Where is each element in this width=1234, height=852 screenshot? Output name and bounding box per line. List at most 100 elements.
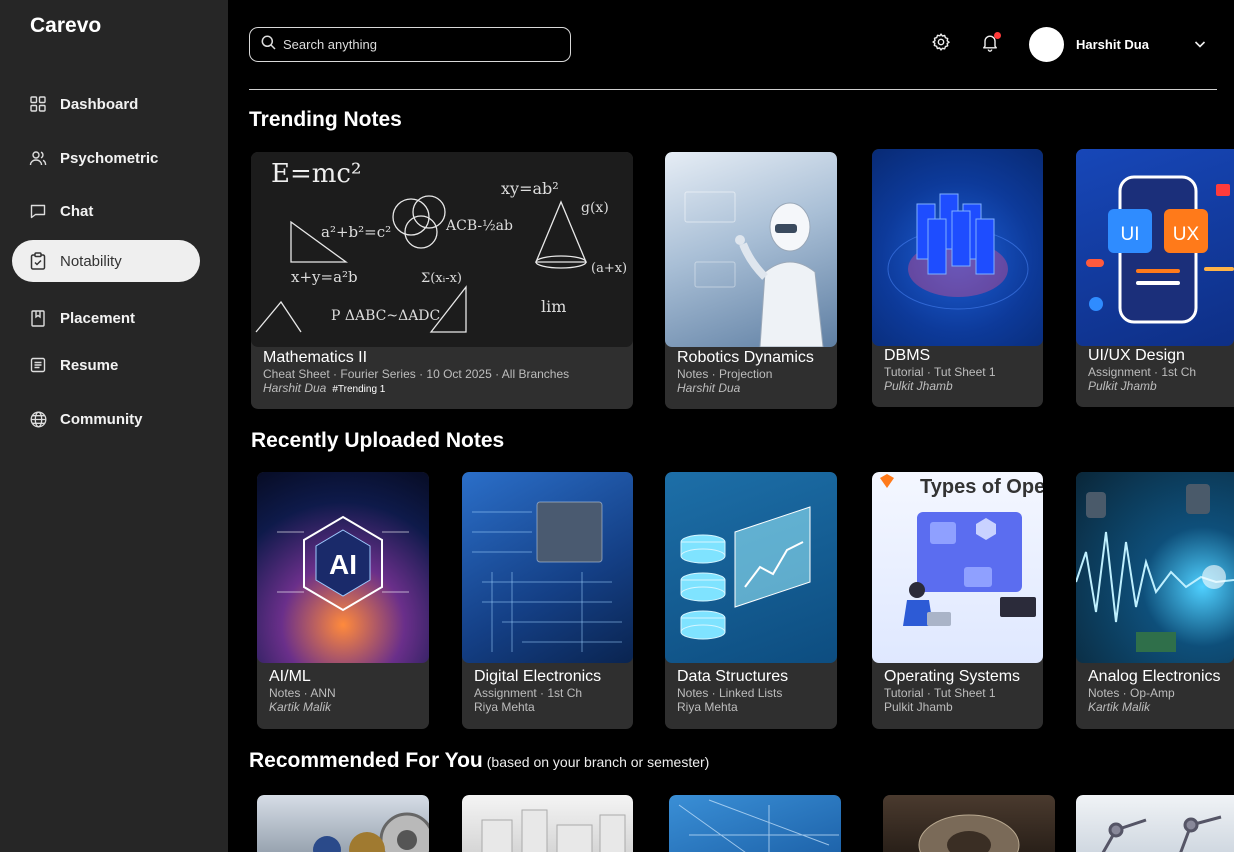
engine-image <box>883 795 1055 852</box>
user-menu-dropdown[interactable] <box>1192 36 1208 52</box>
note-card-uiux[interactable]: UI UX UI/UX Design Assignment · 1st Ch P… <box>1076 149 1234 407</box>
sidebar-item-label: Community <box>60 410 143 428</box>
note-card-digital-electronics[interactable]: Digital Electronics Assignment · 1st Ch … <box>462 472 633 729</box>
sidebar-item-community[interactable]: Community <box>12 398 200 440</box>
notifications-button[interactable] <box>978 32 1002 56</box>
sidebar-item-notability[interactable]: Notability <box>12 240 200 282</box>
svg-text:P ΔABC~ΔADC: P ΔABC~ΔADC <box>331 308 440 324</box>
note-card-analog-electronics[interactable]: Analog Electronics Notes · Op-Amp Kartik… <box>1076 472 1234 729</box>
grid-icon <box>29 95 47 113</box>
card-subtitle: Notes · Linked Lists <box>677 686 783 700</box>
header-divider <box>249 89 1217 90</box>
card-subtitle: Assignment · 1st Ch <box>1088 365 1197 379</box>
sidebar-item-resume[interactable]: Resume <box>12 344 200 386</box>
user-name[interactable]: Harshit Dua <box>1076 37 1149 52</box>
brand-logo[interactable]: Carevo <box>30 14 101 38</box>
recommended-card-4[interactable] <box>883 795 1055 852</box>
section-title-recommended: Recommended For You (based on your branch… <box>249 749 709 773</box>
card-title: UI/UX Design <box>1088 347 1185 364</box>
database-blocks-image <box>872 149 1043 346</box>
card-author: Riya Mehta <box>677 700 738 714</box>
note-card-robotics[interactable]: Robotics Dynamics Notes · Projection Har… <box>665 152 837 409</box>
card-author: Kartik Malik <box>1088 700 1151 714</box>
users-icon <box>29 149 47 167</box>
card-subtitle: Notes · ANN <box>269 686 336 700</box>
avatar[interactable] <box>1029 27 1064 62</box>
card-subtitle: Cheat Sheet · Fourier Series · 10 Oct 20… <box>263 367 570 381</box>
card-title: Analog Electronics <box>1088 668 1221 685</box>
card-author: Harshit Dua <box>263 381 327 395</box>
chalkboard-math-image: E=mc² xy=ab² a²+b²=c² ACB-½ab g(x) x+y=a… <box>251 152 633 347</box>
gears-image <box>257 795 429 852</box>
uiux-phone-image: UI UX <box>1076 149 1234 346</box>
gear-icon <box>931 32 951 57</box>
svg-text:xy=ab²: xy=ab² <box>501 179 559 198</box>
sidebar-item-label: Dashboard <box>60 95 139 113</box>
bookmark-book-icon <box>29 309 47 327</box>
data-cylinders-image <box>665 472 837 663</box>
card-title: Digital Electronics <box>474 668 602 685</box>
note-card-operating-systems[interactable]: Types of Ope Operating Systems Tutorial … <box>872 472 1043 729</box>
robot-image <box>665 152 837 347</box>
card-title: Data Structures <box>677 668 789 685</box>
recommended-card-2[interactable] <box>462 795 633 852</box>
svg-text:g(x): g(x) <box>581 200 609 216</box>
svg-text:a²+b²=c²: a²+b²=c² <box>321 223 391 241</box>
card-author: Kartik Malik <box>269 700 332 714</box>
recommended-card-3[interactable] <box>669 795 841 852</box>
svg-text:ACB-½ab: ACB-½ab <box>445 218 513 234</box>
sidebar-item-placement[interactable]: Placement <box>12 297 200 339</box>
sidebar-item-chat[interactable]: Chat <box>12 190 200 232</box>
ux-label: UX <box>1173 224 1200 245</box>
os-image-heading: Types of Ope <box>920 476 1043 498</box>
globe-icon <box>29 410 47 428</box>
svg-text:E=mc²: E=mc² <box>271 159 361 189</box>
sidebar-item-label: Placement <box>60 309 136 327</box>
card-subtitle: Tutorial · Tut Sheet 1 <box>884 365 996 379</box>
robot-arms-image <box>1076 795 1234 852</box>
sidebar: Carevo Dashboard Psychometric Chat Notab… <box>0 0 228 852</box>
card-subtitle: Assignment · 1st Ch <box>474 686 583 700</box>
chat-icon <box>29 202 47 220</box>
card-title: Mathematics II <box>263 349 368 366</box>
notification-dot <box>994 32 1001 39</box>
note-card-data-structures[interactable]: Data Structures Notes · Linked Lists Riy… <box>665 472 837 729</box>
search-input[interactable] <box>283 37 553 52</box>
blueprint-image <box>669 795 841 852</box>
card-title: DBMS <box>884 347 931 364</box>
trending-badge: #Trending 1 <box>332 384 386 395</box>
note-card-aiml[interactable]: AI AI/ML Notes · ANN Kartik Malik <box>257 472 429 729</box>
document-icon <box>29 356 47 374</box>
recommended-title: Recommended For You <box>249 749 483 772</box>
search-icon <box>261 35 276 55</box>
card-title: Robotics Dynamics <box>677 349 814 366</box>
svg-text:x+y=a²b: x+y=a²b <box>291 268 358 286</box>
analog-circuit-image <box>1076 472 1234 663</box>
card-title: Operating Systems <box>884 668 1021 685</box>
ui-label: UI <box>1121 224 1140 245</box>
recommended-card-1[interactable] <box>257 795 429 852</box>
sidebar-item-label: Chat <box>60 202 94 220</box>
recommended-subtitle: (based on your branch or semester) <box>486 754 710 770</box>
card-author: Pulkit Jhamb <box>884 379 953 393</box>
card-subtitle: Notes · Op-Amp <box>1088 686 1175 700</box>
search-bar <box>249 27 571 62</box>
svg-text:lim: lim <box>541 297 566 316</box>
sidebar-item-label: Resume <box>60 356 119 374</box>
sidebar-item-psychometric[interactable]: Psychometric <box>12 137 200 179</box>
card-author: Riya Mehta <box>474 700 535 714</box>
clipboard-check-icon <box>29 252 47 270</box>
svg-text:Σ(xᵢ-x): Σ(xᵢ-x) <box>421 271 462 286</box>
sidebar-item-dashboard[interactable]: Dashboard <box>12 83 200 125</box>
recommended-card-5[interactable] <box>1076 795 1234 852</box>
ai-label: AI <box>329 549 357 580</box>
note-card-mathematics[interactable]: E=mc² xy=ab² a²+b²=c² ACB-½ab g(x) x+y=a… <box>251 152 633 409</box>
card-author: Pulkit Jhamb <box>1088 379 1157 393</box>
card-title: AI/ML <box>269 668 311 685</box>
card-subtitle: Notes · Projection <box>677 367 773 381</box>
settings-button[interactable] <box>929 32 953 56</box>
card-subtitle: Tutorial · Tut Sheet 1 <box>884 686 996 700</box>
sidebar-item-label: Notability <box>60 252 122 270</box>
note-card-dbms[interactable]: DBMS Tutorial · Tut Sheet 1 Pulkit Jhamb <box>872 149 1043 407</box>
city-model-image <box>462 795 633 852</box>
